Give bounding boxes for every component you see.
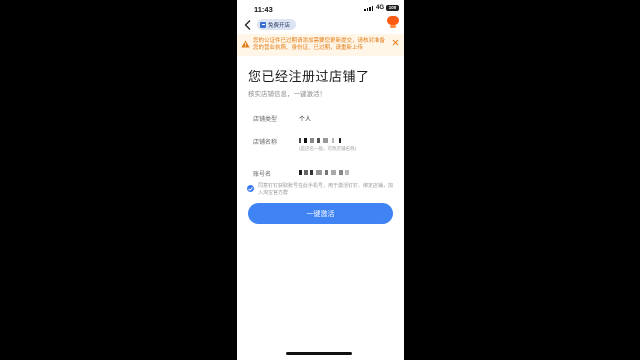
- shop-name-hint: (是店名一般，可改店铺名称): [299, 146, 356, 151]
- network-type: 4G: [376, 5, 385, 11]
- account-name-redacted: [299, 170, 351, 175]
- warning-banner: 您的公证件已过期请添加需要您更新提交，请核对准备您的营业执照、身份证、已过期，请…: [237, 34, 404, 56]
- page-subtitle: 核实店铺信息，一键激活！: [248, 91, 326, 98]
- account-label: 账号名: [253, 172, 272, 178]
- home-indicator[interactable]: [286, 352, 352, 355]
- phone-screen: 11:43 4G 100 免费开店 您的公证件已过期请添加需要您更新提交，请核对…: [237, 0, 404, 360]
- status-time: 11:43: [254, 5, 273, 14]
- page-title: 您已经注册过店铺了: [248, 69, 370, 84]
- warning-text: 您的公证件已过期请添加需要您更新提交，请核对准备您的营业执照、身份证、已过期，请…: [253, 38, 386, 51]
- shop-icon: [260, 21, 266, 28]
- assistant-badge: [390, 25, 396, 28]
- checkmark-icon: [248, 186, 254, 191]
- chip-label: 免费开店: [268, 22, 291, 29]
- warning-icon: [241, 40, 250, 48]
- nav-bar: 免费开店: [237, 16, 404, 34]
- battery-icon: 100: [386, 5, 399, 11]
- shop-type-value: 个人: [299, 117, 312, 123]
- floating-assistant-icon[interactable]: [387, 16, 399, 25]
- agreement-text: 同意钉钉获取账号在此手机号，用于激活钉钉、绑定店铺，加入淘宝官方群: [258, 183, 394, 196]
- shop-name-label: 店铺名称: [253, 140, 278, 146]
- open-shop-chip[interactable]: 免费开店: [257, 19, 297, 30]
- shop-type-label: 店铺类型: [253, 117, 278, 123]
- agreement-checkbox[interactable]: [247, 185, 254, 192]
- status-bar: 11:43 4G 100: [237, 0, 404, 16]
- close-icon[interactable]: [392, 39, 399, 46]
- signal-icon: [364, 6, 373, 11]
- activate-button[interactable]: 一键激活: [248, 203, 393, 224]
- shop-name-redacted: [299, 138, 345, 143]
- back-arrow-icon[interactable]: [243, 19, 253, 31]
